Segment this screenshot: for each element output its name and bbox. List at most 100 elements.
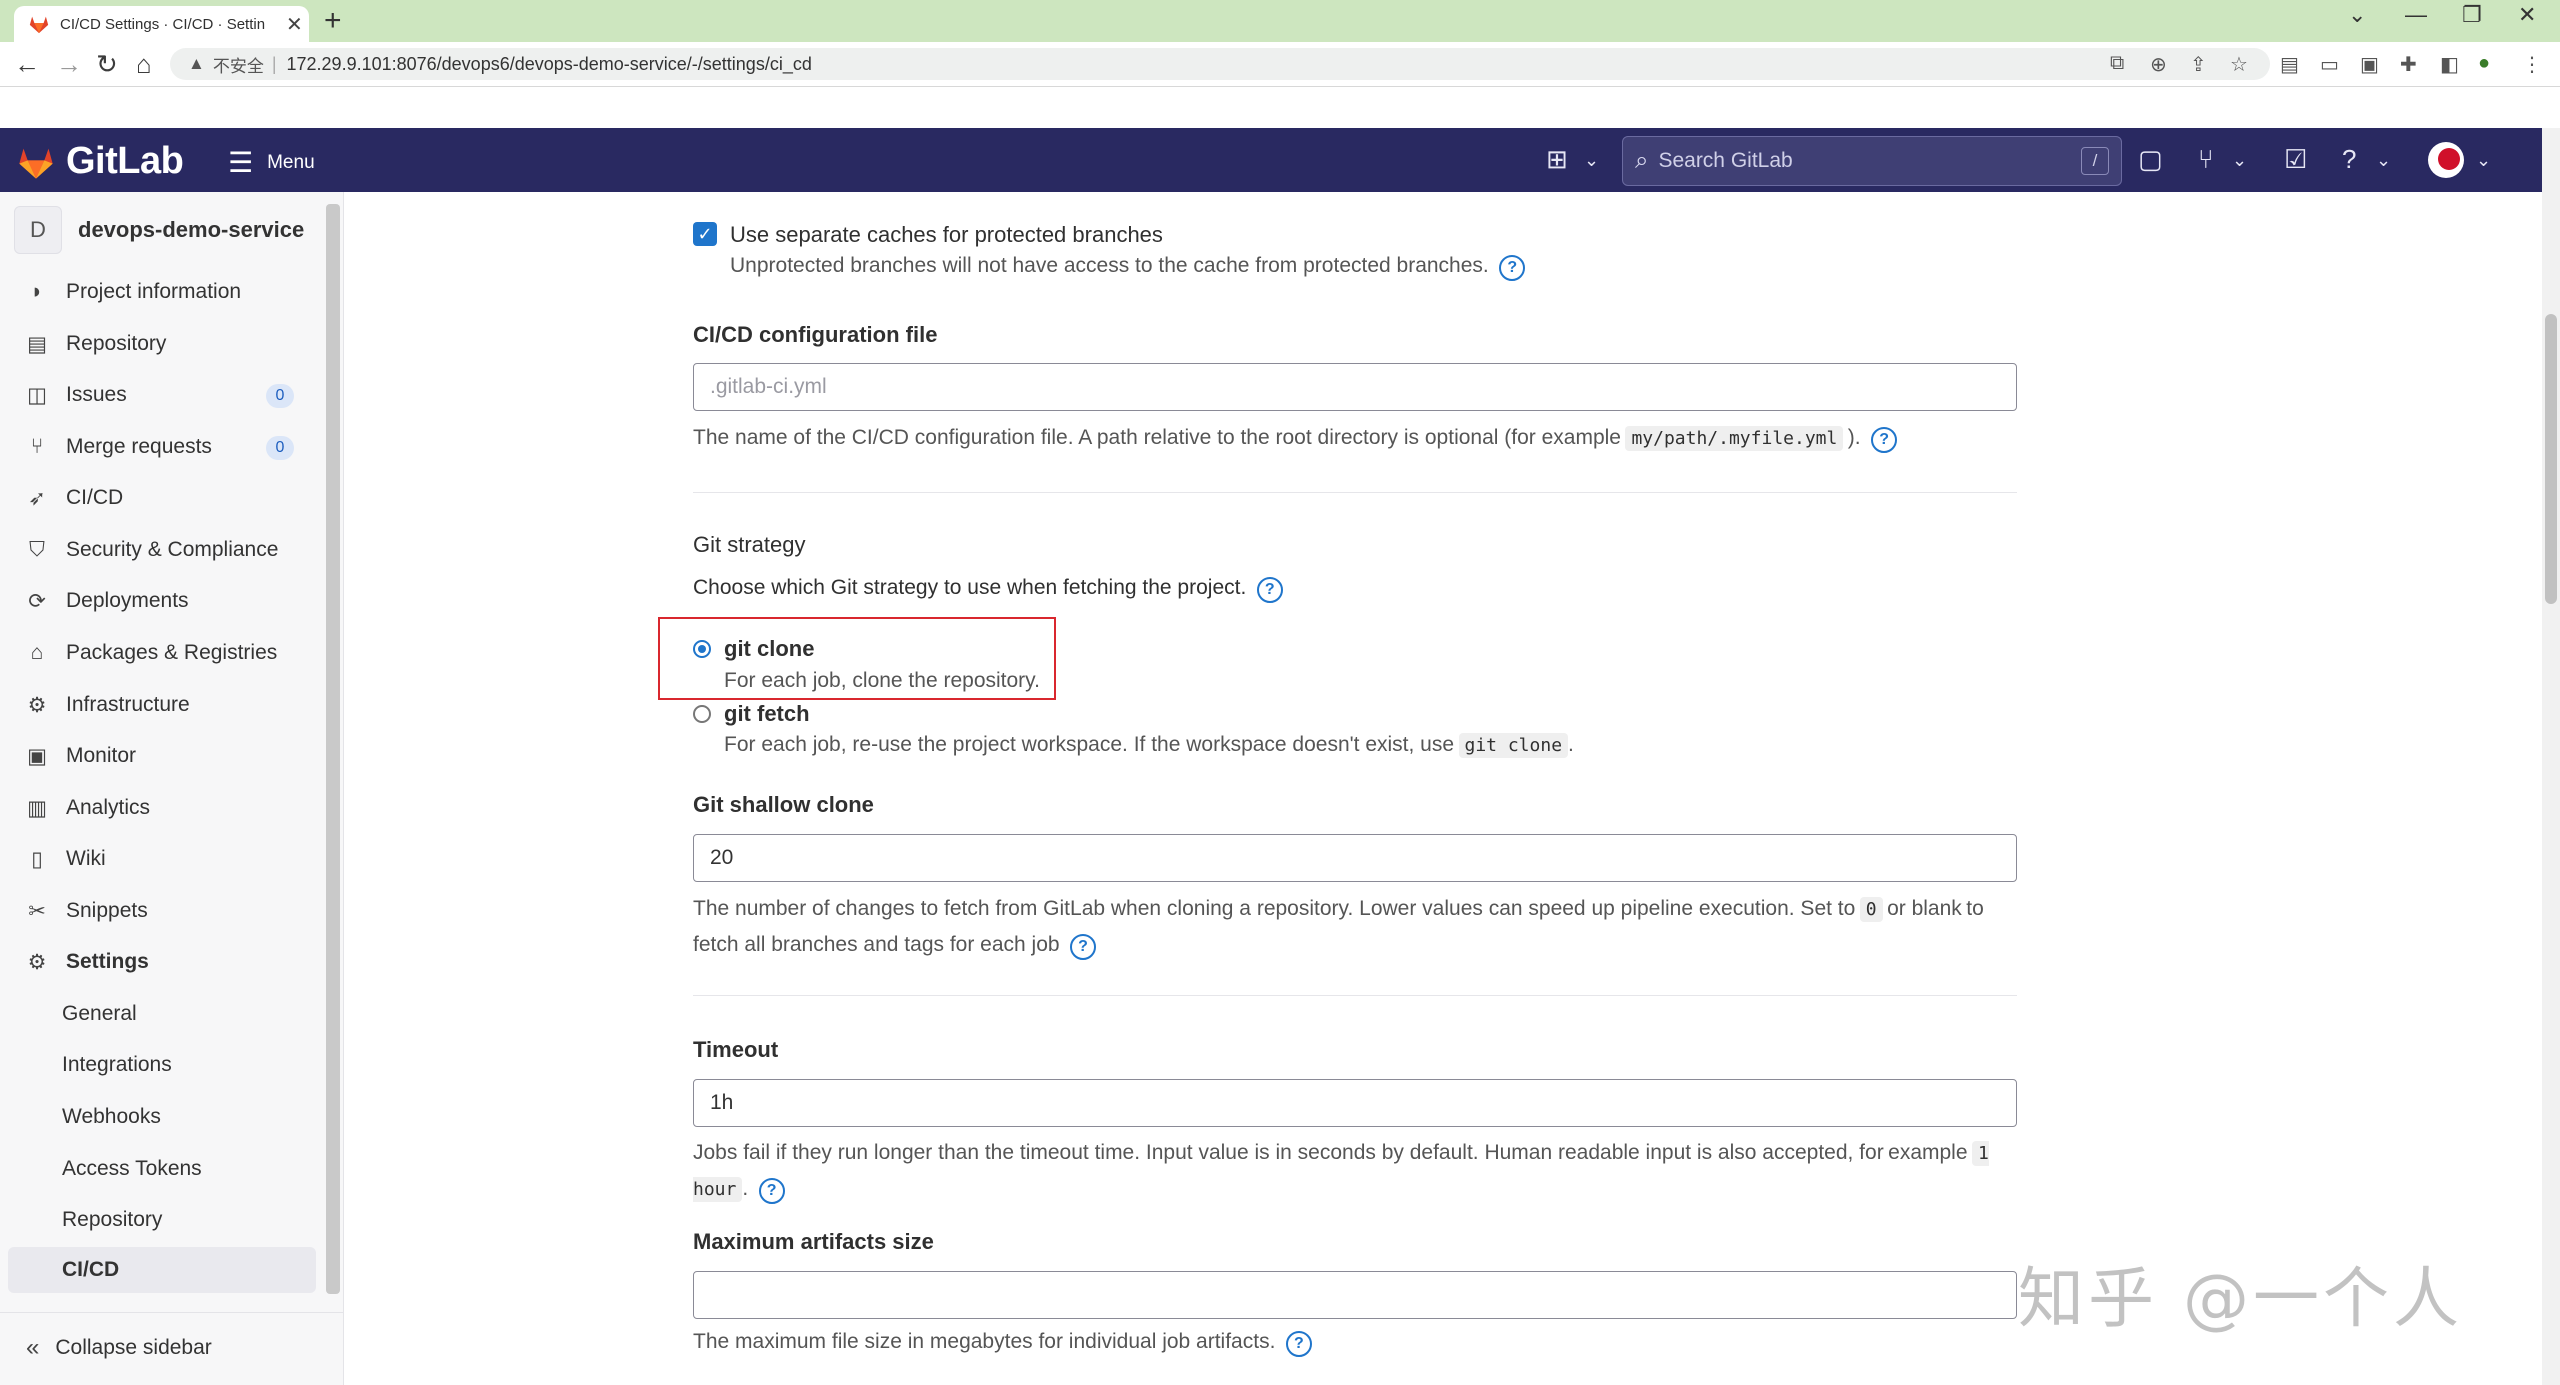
sidebar-item-monitor[interactable]: ▣ Monitor <box>8 733 316 779</box>
sidebar-item-security-compliance[interactable]: ⛉ Security & Compliance <box>8 527 316 573</box>
sidebar-item-cicd[interactable]: ➶ CI/CD <box>8 475 316 521</box>
help-icon[interactable]: ? <box>1871 427 1897 453</box>
new-item-chevron-icon[interactable]: ⌄ <box>1584 150 1599 171</box>
tab-search-icon[interactable]: ⌄ <box>2348 2 2366 28</box>
rocket-icon: ➶ <box>24 486 50 511</box>
todos-icon[interactable]: ☑ <box>2284 144 2307 175</box>
git-strategy-label: Git strategy <box>693 532 805 558</box>
restore-icon[interactable]: ❐ <box>2462 2 2482 28</box>
sidebar-item-analytics[interactable]: ▥ Analytics <box>8 785 316 831</box>
timeout-help-text: Jobs fail if they run longer than the ti… <box>693 1141 1884 1164</box>
git-fetch-label[interactable]: git fetch <box>724 701 810 727</box>
sidebar-scrollbar[interactable] <box>326 204 340 1294</box>
translate-icon[interactable]: ⧉ <box>2110 52 2124 75</box>
sidebar-item-wiki[interactable]: ▯ Wiki <box>8 836 316 882</box>
shield-icon: ⛉ <box>24 538 50 562</box>
sidebar-item-label: Analytics <box>66 796 150 820</box>
shallow-clone-field[interactable] <box>693 834 2017 882</box>
menu-button[interactable]: ☰ Menu <box>228 146 315 179</box>
help-icon[interactable]: ? <box>1499 255 1525 281</box>
sidebar-item-repository[interactable]: ▤ Repository <box>8 321 316 367</box>
sidebar-project-header[interactable]: D devops-demo-service <box>14 206 304 254</box>
issues-nav-icon[interactable]: ▢ <box>2138 144 2163 175</box>
artifacts-size-input[interactable] <box>694 1272 2016 1318</box>
help-icon[interactable]: ? <box>759 1178 785 1204</box>
tab-title: CI/CD Settings · CI/CD · Settin <box>60 16 280 33</box>
timeout-help: Jobs fail if they run longer than the ti… <box>693 1136 2033 1208</box>
tab-close-icon[interactable]: ✕ <box>286 12 303 37</box>
browser-tab[interactable]: CI/CD Settings · CI/CD · Settin ✕ <box>14 6 309 42</box>
zoom-icon[interactable]: ⊕ <box>2150 52 2167 77</box>
artifacts-size-help-text: The maximum file size in megabytes for i… <box>693 1330 1275 1353</box>
project-sidebar: D devops-demo-service ◗ Project informat… <box>0 192 344 1385</box>
sidebar-subitem-cicd[interactable]: CI/CD <box>8 1247 316 1293</box>
sidebar-item-merge-requests[interactable]: ⑂ Merge requests 0 <box>8 424 316 470</box>
page-scrollbar[interactable] <box>2542 128 2560 1385</box>
profile-icon[interactable]: ● <box>2478 52 2490 75</box>
sidebar-item-deployments[interactable]: ⟳ Deployments <box>8 578 316 624</box>
sidebar-item-infrastructure[interactable]: ⚙ Infrastructure <box>8 682 316 728</box>
sidebar-item-issues[interactable]: ◫ Issues 0 <box>8 372 316 418</box>
git-fetch-radio[interactable] <box>693 705 711 723</box>
sidebar-item-snippets[interactable]: ✂ Snippets <box>8 888 316 934</box>
sidepanel-icon[interactable]: ◧ <box>2440 52 2459 77</box>
sidebar-subitem-general[interactable]: General <box>8 991 316 1037</box>
gitlab-top-nav: GitLab ☰ Menu ⊞ ⌄ ⌕ Search GitLab / ▢ ⑂ … <box>0 128 2542 192</box>
user-avatar[interactable] <box>2428 142 2464 178</box>
hamburger-icon: ☰ <box>228 146 253 179</box>
sidebar-subitem-access-tokens[interactable]: Access Tokens <box>8 1146 316 1192</box>
address-bar[interactable]: ▲ 不安全 | 172.29.9.101:8076/devops6/devops… <box>170 48 2270 80</box>
config-file-field[interactable] <box>693 363 2017 411</box>
forward-icon[interactable]: → <box>56 49 82 80</box>
minimize-icon[interactable]: — <box>2405 2 2427 28</box>
reader-icon[interactable]: ▤ <box>2280 52 2299 77</box>
new-item-icon[interactable]: ⊞ <box>1546 144 1568 175</box>
timeout-field[interactable] <box>693 1079 2017 1127</box>
user-menu-chevron-icon[interactable]: ⌄ <box>2476 150 2491 171</box>
share-icon[interactable]: ⇪ <box>2190 52 2207 77</box>
sidebar-subitem-webhooks[interactable]: Webhooks <box>8 1094 316 1140</box>
sidebar-subitem-integrations[interactable]: Integrations <box>8 1042 316 1088</box>
project-name: devops-demo-service <box>78 217 304 243</box>
collapse-sidebar-button[interactable]: « Collapse sidebar <box>0 1312 343 1383</box>
separate-caches-checkbox[interactable]: ✓ <box>693 222 717 246</box>
bookmark-star-icon[interactable]: ☆ <box>2230 52 2248 77</box>
separate-caches-help-text: Unprotected branches will not have acces… <box>730 254 1489 277</box>
reload-icon[interactable]: ↻ <box>96 49 118 80</box>
help-nav-icon[interactable]: ? <box>2342 144 2356 175</box>
home-icon[interactable]: ⌂ <box>136 49 152 80</box>
extension-icon[interactable]: ▭ <box>2320 52 2339 77</box>
timeout-label: Timeout <box>693 1037 778 1063</box>
search-box[interactable]: ⌕ Search GitLab / <box>1622 136 2122 186</box>
deploy-icon: ⟳ <box>24 589 50 614</box>
gitlab-home-link[interactable]: GitLab <box>16 140 183 183</box>
insecure-label: 不安全 <box>213 52 264 77</box>
scissors-icon: ✂ <box>24 899 50 924</box>
more-icon[interactable]: ⋮ <box>2522 52 2542 77</box>
merge-requests-nav-icon[interactable]: ⑂ <box>2198 144 2214 175</box>
page-scrollbar-thumb[interactable] <box>2545 314 2557 604</box>
artifacts-size-field[interactable] <box>693 1271 2017 1319</box>
close-window-icon[interactable]: ✕ <box>2518 2 2536 28</box>
help-chevron-icon[interactable]: ⌄ <box>2376 150 2391 171</box>
sidebar-item-settings[interactable]: ⚙ Settings <box>8 939 316 985</box>
sidebar-item-label: Security & Compliance <box>66 538 278 562</box>
url-text[interactable]: 172.29.9.101:8076/devops6/devops-demo-se… <box>287 54 812 75</box>
sidebar-item-project-information[interactable]: ◗ Project information <box>8 269 316 315</box>
merge-requests-count-badge: 0 <box>266 436 294 460</box>
sidebar-subitem-repository[interactable]: Repository <box>8 1197 316 1243</box>
sidebar-item-packages-registries[interactable]: ⌂ Packages & Registries <box>8 630 316 676</box>
sidebar-subitem-label: Webhooks <box>62 1105 161 1129</box>
new-tab-button[interactable]: + <box>324 4 342 38</box>
help-icon[interactable]: ? <box>1257 577 1283 603</box>
config-file-input[interactable] <box>694 364 2016 410</box>
merge-requests-chevron-icon[interactable]: ⌄ <box>2232 150 2247 171</box>
back-icon[interactable]: ← <box>14 49 40 80</box>
help-icon[interactable]: ? <box>1070 934 1096 960</box>
puzzle-icon[interactable]: ✚ <box>2400 52 2417 77</box>
extension-green-icon[interactable]: ▣ <box>2360 52 2379 77</box>
doc-icon: ▤ <box>24 332 50 357</box>
timeout-input[interactable] <box>694 1080 2016 1126</box>
help-icon[interactable]: ? <box>1286 1331 1312 1357</box>
shallow-clone-input[interactable] <box>694 835 2016 881</box>
